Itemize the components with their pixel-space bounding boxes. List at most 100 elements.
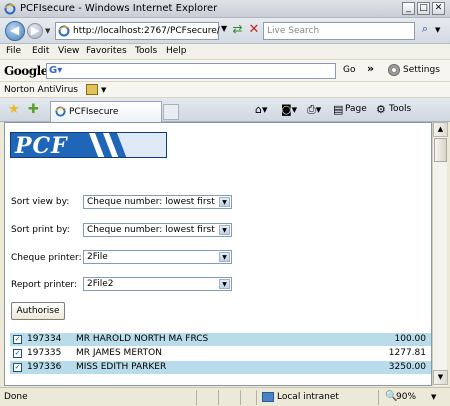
settings-icon[interactable] <box>388 64 400 76</box>
print-icon[interactable]: ⎙▾ <box>307 103 321 117</box>
norton-label: Norton AntiVirus <box>4 85 78 95</box>
window-title: PCFIsecure - Windows Internet Explorer <box>20 3 218 14</box>
ie-logo-icon <box>4 3 16 15</box>
status-divider <box>240 390 241 405</box>
address-bar: ◀ ▶ ▼ http://localhost:2767/PCFsecure/ ▼… <box>0 18 450 44</box>
report-printer-value: 2File2 <box>87 279 114 289</box>
sort-view-select[interactable]: Cheque number: lowest first ▼ <box>83 195 232 209</box>
tab-bar: ★ ✚ PCFIsecure ⌂▾ ◙▾ ⎙▾ ▤ Page ⚙ Tools <box>0 98 450 122</box>
sort-view-value: Cheque number: lowest first <box>87 197 215 207</box>
maximize-button[interactable]: □ <box>417 2 430 15</box>
google-go-button[interactable]: Go <box>343 65 355 75</box>
feeds-icon[interactable]: ◙▾ <box>281 103 297 116</box>
cheque-payee: MR JAMES MERTON <box>76 348 162 358</box>
norton-toolbar: Norton AntiVirus ▼ <box>0 82 450 98</box>
chevron-down-icon: ▼ <box>219 225 230 235</box>
page-menu-button[interactable]: Page <box>345 104 367 114</box>
home-icon[interactable]: ⌂▾ <box>255 103 268 116</box>
vertical-scrollbar[interactable]: ▲ ▼ <box>432 122 448 386</box>
cheque-amount: 100.00 <box>394 334 427 344</box>
refresh-button[interactable]: ⇄ <box>229 22 246 40</box>
search-icon[interactable]: ⌕ <box>417 22 433 40</box>
search-dropdown-icon[interactable]: ▼ <box>435 26 440 34</box>
chevron-down-icon: ▼ <box>219 197 230 207</box>
back-button[interactable]: ◀ <box>5 21 25 41</box>
menu-file[interactable]: File <box>6 46 21 56</box>
report-printer-label: Report printer: <box>11 280 77 290</box>
tab-pcfisecure[interactable]: PCFIsecure <box>50 101 162 122</box>
scroll-down-icon[interactable]: ▼ <box>433 370 448 385</box>
toolbar-overflow-icon[interactable]: » <box>367 62 374 75</box>
status-bar: Done Local intranet 🔍 90% ▼ <box>0 387 450 406</box>
table-row: ✓ 197334 MR HAROLD NORTH MA FRCS 100.00 <box>10 333 431 346</box>
pcf-logo-text: PCF <box>15 133 68 158</box>
page-icon <box>58 25 70 37</box>
sort-print-value: Cheque number: lowest first <box>87 225 215 235</box>
sort-print-select[interactable]: Cheque number: lowest first ▼ <box>83 223 232 237</box>
tools-menu-button[interactable]: Tools <box>389 104 411 114</box>
cheque-amount: 1277.81 <box>388 348 426 358</box>
status-divider <box>196 390 197 405</box>
cheque-amount: 3250.00 <box>388 362 426 372</box>
intranet-zone-icon <box>262 392 274 402</box>
cheque-payee: MR HAROLD NORTH MA FRCS <box>76 334 209 344</box>
zoom-dropdown-icon[interactable]: ▼ <box>431 393 436 401</box>
url-field[interactable]: http://localhost:2767/PCFsecure/ <box>55 22 220 40</box>
new-tab-button[interactable] <box>163 104 179 120</box>
cheque-payee: MISS EDITH PARKER <box>76 362 167 372</box>
scroll-thumb[interactable] <box>434 138 447 162</box>
sort-view-label: Sort view by: <box>11 197 70 207</box>
url-dropdown-icon[interactable]: ▼ <box>221 24 227 33</box>
settings-button[interactable]: Settings <box>403 65 440 75</box>
status-divider <box>378 390 379 405</box>
stop-button[interactable]: ✕ <box>247 22 261 40</box>
norton-dropdown-icon[interactable]: ▼ <box>101 86 106 94</box>
authorise-button[interactable]: Authorise <box>11 302 65 320</box>
sort-print-label: Sort print by: <box>11 225 70 235</box>
forward-arrow-icon: ▶ <box>31 24 40 37</box>
menu-edit[interactable]: Edit <box>32 46 49 56</box>
page-content: PCF Sort view by: Cheque number: lowest … <box>4 122 432 386</box>
pcf-logo: PCF <box>10 132 167 158</box>
chevron-down-icon: ▼ <box>219 252 230 262</box>
cheque-checkbox[interactable]: ✓ <box>13 363 22 372</box>
menu-help[interactable]: Help <box>166 46 187 56</box>
cheque-checkbox[interactable]: ✓ <box>13 349 22 358</box>
cheque-number: 197336 <box>27 362 62 372</box>
tab-page-icon <box>55 106 66 117</box>
page-menu-icon[interactable]: ▤ <box>333 103 343 116</box>
status-divider <box>256 390 257 405</box>
cheque-number: 197334 <box>27 334 62 344</box>
status-divider <box>218 390 219 405</box>
cheque-checkbox[interactable]: ✓ <box>13 335 22 344</box>
chevron-down-icon: ▼ <box>219 279 230 289</box>
tools-gear-icon[interactable]: ⚙ <box>376 103 386 116</box>
cheque-number: 197335 <box>27 348 62 358</box>
zoom-level[interactable]: 90% <box>396 392 416 402</box>
scroll-up-icon[interactable]: ▲ <box>433 122 448 137</box>
tab-label: PCFIsecure <box>69 107 119 117</box>
favorites-star-icon[interactable]: ★ <box>8 102 20 117</box>
history-dropdown-icon[interactable]: ▼ <box>45 27 50 35</box>
minimize-button[interactable]: _ <box>402 2 415 15</box>
report-printer-select[interactable]: 2File2 ▼ <box>83 277 232 291</box>
title-bar: PCFIsecure - Windows Internet Explorer _… <box>0 0 450 18</box>
google-search-input[interactable]: G▾ <box>46 63 336 79</box>
menu-favorites[interactable]: Favorites <box>86 46 127 56</box>
norton-shield-icon[interactable] <box>86 84 98 95</box>
close-button[interactable]: ✕ <box>432 2 445 15</box>
cheque-printer-label: Cheque printer: <box>11 253 82 263</box>
cheque-printer-value: 2File <box>87 252 108 262</box>
menu-tools[interactable]: Tools <box>135 46 157 56</box>
search-placeholder: Live Search <box>267 26 320 36</box>
search-input[interactable]: Live Search <box>263 22 415 40</box>
security-zone-label: Local intranet <box>277 392 339 402</box>
add-favorite-icon[interactable]: ✚ <box>28 102 39 117</box>
forward-button[interactable]: ▶ <box>27 23 43 39</box>
table-row: ✓ 197335 MR JAMES MERTON 1277.81 <box>10 347 431 360</box>
menu-view[interactable]: View <box>58 46 79 56</box>
table-row: ✓ 197336 MISS EDITH PARKER 3250.00 <box>10 361 431 374</box>
back-arrow-icon: ◀ <box>10 23 20 37</box>
menu-bar: File Edit View Favorites Tools Help <box>0 44 450 60</box>
cheque-printer-select[interactable]: 2File ▼ <box>83 250 232 264</box>
